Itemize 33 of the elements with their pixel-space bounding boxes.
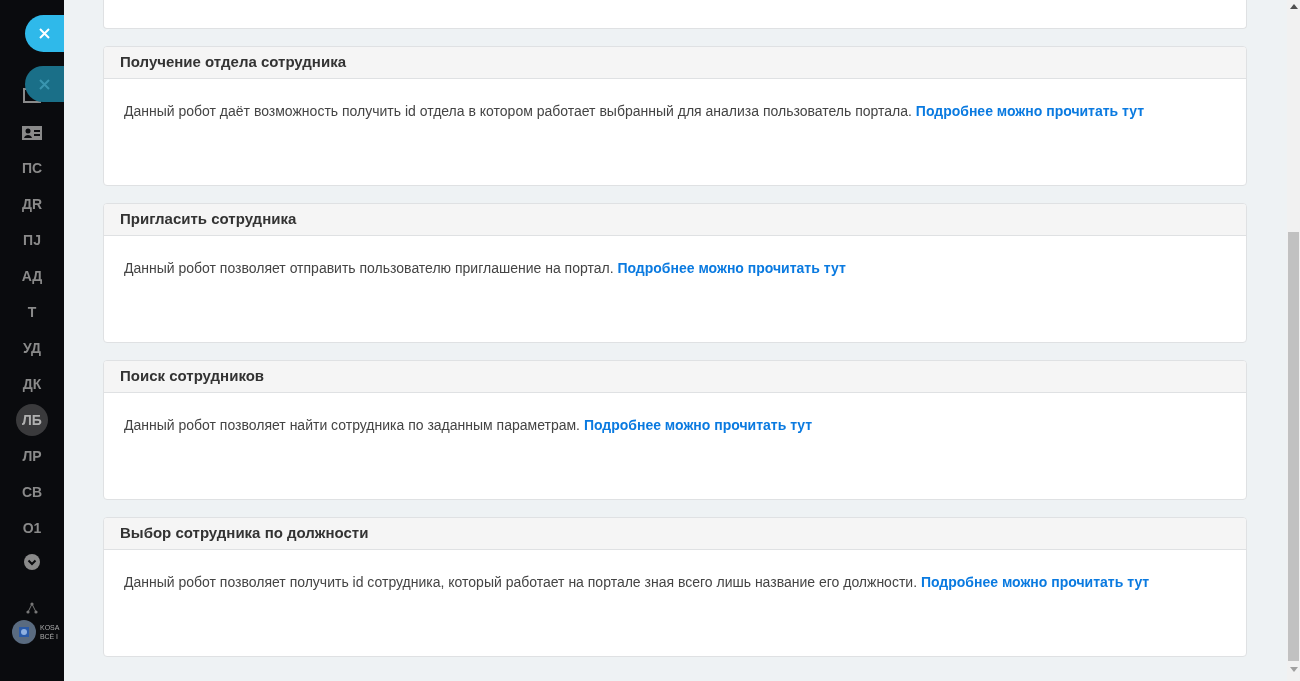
sidebar-item[interactable]: Т xyxy=(16,296,48,328)
card-description: Данный робот позволяет найти сотрудника по заданным параметрам. Подробнее можно прочитать тут xyxy=(124,416,814,435)
close-icon xyxy=(39,28,50,39)
close-button[interactable] xyxy=(25,66,64,102)
card-description: Данный робот позволяет отправить пользователю приглашение на портал. Подробнее можно прочитать тут xyxy=(124,259,847,278)
sidebar-item[interactable]: ПЈ xyxy=(16,224,48,256)
contact-card-icon[interactable] xyxy=(22,124,42,140)
scroll-up-icon[interactable] xyxy=(1289,4,1298,9)
sidebar-item[interactable]: ДR xyxy=(16,188,48,220)
card-description: Данный робот позволяет получить id сотрудника, который работает на портале зная всего лишь название его должности. Подробнее можно прочитать тут xyxy=(124,573,1151,592)
card-title: Поиск сотрудников xyxy=(120,366,265,387)
sidebar-item[interactable]: ДК xyxy=(16,368,48,400)
card-title: Пригласить сотрудника xyxy=(120,209,297,230)
sidebar-item[interactable]: ЛР xyxy=(16,440,48,472)
card-description: Данный робот даёт возможность получить id отдела в котором работает выбранный для анализа пользователь портала. Подробнее можно прочитать тут xyxy=(124,102,1146,121)
sidebar-item[interactable]: АД xyxy=(16,260,48,292)
sidebar-item[interactable]: СВ xyxy=(16,476,48,508)
sidebar-item[interactable]: О1 xyxy=(16,512,48,544)
close-button[interactable] xyxy=(25,15,64,52)
read-more-link[interactable]: Подробнее можно прочитать тут xyxy=(617,260,846,276)
chevron-down-icon[interactable] xyxy=(24,554,40,570)
sidebar-item[interactable]: ПС xyxy=(16,152,48,184)
network-icon[interactable] xyxy=(26,602,38,614)
read-more-link[interactable]: Подробнее можно прочитать тут xyxy=(583,417,813,433)
sidebar-item[interactable]: УД xyxy=(16,332,48,364)
card-title: Получение отдела сотрудника xyxy=(120,52,346,73)
company-logo[interactable] xyxy=(12,620,36,644)
card-title: Выбор сотрудника по должности xyxy=(120,523,369,544)
read-more-link[interactable]: Подробнее можно прочитать тут xyxy=(915,103,1145,119)
read-more-link[interactable]: Подробнее можно прочитать тут xyxy=(920,574,1150,590)
sidebar-item[interactable]: ЛБ xyxy=(16,404,48,436)
close-icon xyxy=(39,78,50,90)
scrollbar-thumb[interactable] xyxy=(1288,232,1299,661)
